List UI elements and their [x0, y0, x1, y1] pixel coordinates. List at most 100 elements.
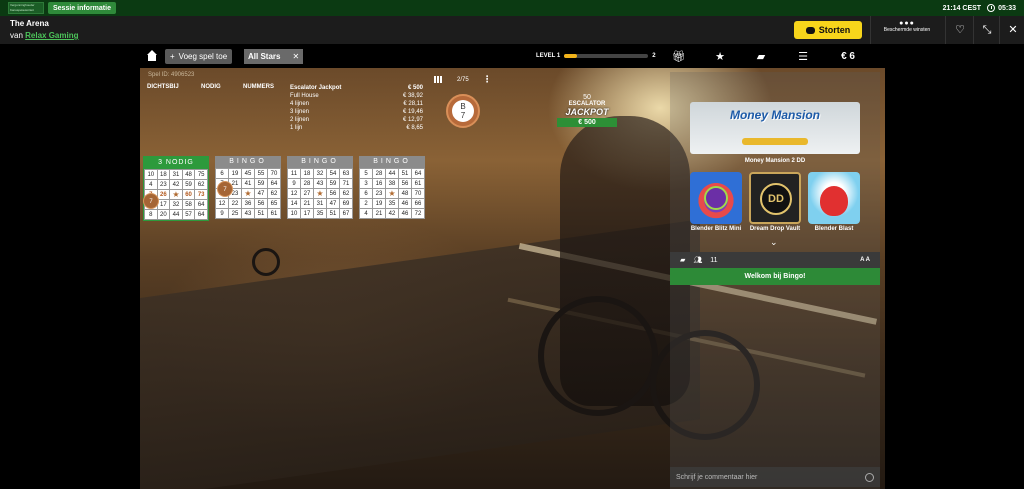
current-time: 21:14 CEST	[942, 4, 982, 12]
session-info-button[interactable]: Sessie informatie	[48, 2, 116, 14]
users-icon[interactable]: 👥︎	[693, 256, 702, 264]
deposit-button[interactable]: Storten	[794, 21, 862, 39]
card-cell: 42	[385, 208, 399, 219]
card-header: BINGO	[215, 156, 281, 168]
promo-game-name[interactable]: Money Mansion 2 DD	[690, 158, 860, 164]
close-icon[interactable]: ✕	[1006, 23, 1020, 37]
card-cell: 60	[181, 189, 196, 200]
card-cell: 47	[326, 198, 340, 209]
card-cell: 56	[254, 198, 268, 209]
card-cell: 71	[339, 178, 353, 189]
ball-counter: 2/75	[457, 76, 469, 83]
game-name[interactable]: Blender Blast	[804, 226, 864, 232]
level-label: LEVEL 1	[536, 53, 561, 59]
grid-icon[interactable]	[434, 76, 443, 83]
card-header: BINGO	[287, 156, 353, 168]
more-icon[interactable]: ⋮	[483, 74, 492, 85]
ksa-logo: Vergunninghouder Kansspelautoriteit	[8, 2, 44, 14]
card-cell: 21	[372, 208, 386, 219]
menu-icon[interactable]: ☰	[796, 50, 810, 64]
card-cell: 35	[313, 208, 327, 219]
card-cell: 61	[411, 178, 425, 189]
card-cell: 9	[287, 178, 301, 189]
level-bar-fill	[564, 54, 577, 58]
room-filter-label: All Stars	[248, 52, 281, 61]
card-cell: 36	[241, 198, 255, 209]
promo-title: Money Mansion	[729, 108, 820, 122]
bingo-card[interactable]: BINGO 5 28 44 51 64 3 16 38 56 61 6 23 ★ 48 70 2 19 35 46 66…	[359, 156, 425, 219]
bike-wheel	[538, 296, 658, 416]
home-icon[interactable]	[146, 50, 158, 62]
close-icon[interactable]: ✕	[292, 52, 299, 61]
card-cell: 70	[411, 188, 425, 199]
card-cell: 44	[169, 209, 183, 220]
prize-row: 3 lijnen € 19,46	[290, 108, 423, 116]
card-cell: 64	[267, 178, 281, 189]
divider	[870, 16, 871, 44]
chat-icon[interactable]: ▰	[680, 256, 685, 264]
card-cell: 12	[215, 198, 229, 209]
prize-label: 4 lijnen	[290, 101, 310, 107]
card-cell: 55	[254, 168, 268, 179]
card-cell: 25	[228, 208, 242, 219]
prize-row: Escalator Jackpot € 500	[290, 84, 423, 92]
card-cell: 19	[228, 168, 242, 179]
free-star-icon: ★	[313, 188, 327, 199]
deposit-label: Storten	[818, 25, 851, 35]
free-star-icon: ★	[385, 188, 399, 199]
chat-toolbar: ▰ 👥︎ 11 A A	[670, 252, 880, 268]
protected-winnings-toggle[interactable]: ●●● Beschermde winsten	[874, 20, 940, 33]
minimize-icon[interactable]: ⤡	[980, 23, 994, 37]
provider-prefix: van	[10, 31, 23, 40]
emoji-icon[interactable]	[865, 472, 874, 482]
provider-link[interactable]: Relax Gaming	[25, 31, 78, 40]
add-game-button[interactable]: + Voeg spel toe	[165, 49, 233, 64]
card-cell: 62	[267, 188, 281, 199]
card-cell: 57	[181, 209, 196, 220]
ball-number: 7	[460, 111, 466, 120]
bingo-card[interactable]: 3 NODIG1018314875423425962726★6073111732…	[143, 156, 209, 221]
gift-icon[interactable]: 🎁︎	[672, 50, 686, 64]
chat-bubble-icon[interactable]: ▰	[754, 50, 768, 64]
card-cell: 48	[398, 188, 412, 199]
card-cell: 73	[194, 189, 208, 200]
card-cell: 28	[372, 168, 386, 179]
card-cell: 11	[287, 168, 301, 179]
card-cell: 51	[326, 208, 340, 219]
game-header: The Arena van Relax Gaming Storten ●●● B…	[0, 16, 1024, 44]
card-cell: 61	[267, 208, 281, 219]
game-thumb-dream-drop[interactable]: DD	[749, 172, 801, 224]
card-cell: 59	[326, 178, 340, 189]
level-progress: LEVEL 1 2	[536, 53, 656, 59]
grapes-icon	[704, 186, 728, 210]
chat-comment-input[interactable]: Schrijf je commentaar hier	[670, 467, 880, 487]
card-cell: 59	[181, 179, 196, 190]
card-cell: 3	[359, 178, 373, 189]
free-star-icon: ★	[169, 189, 183, 200]
ball-counter-bar: 2/75 ⋮	[434, 74, 492, 85]
heart-icon[interactable]: ♡	[953, 23, 967, 37]
font-size-toggle[interactable]: A A	[860, 257, 870, 263]
bingo-card[interactable]: BINGO 11 18 32 54 63 9 28 43 59 71 12 27 ★ 56 62 14 21 31 4…	[287, 156, 353, 219]
card-cell: 21	[300, 198, 314, 209]
card-cell: 38	[385, 178, 399, 189]
game-thumb-blender-blast[interactable]	[808, 172, 860, 224]
free-star-icon: ★	[241, 188, 255, 199]
card-cell: 31	[169, 169, 183, 180]
card-cell: 64	[194, 199, 208, 210]
card-cell: 44	[385, 168, 399, 179]
game-name[interactable]: Blender Blitz Mini	[686, 226, 746, 232]
game-thumb-blender-blitz[interactable]	[690, 172, 742, 224]
game-name[interactable]: Dream Drop Vault	[745, 226, 805, 232]
card-cell: 23	[372, 188, 386, 199]
bike-wheel	[252, 248, 280, 276]
star-icon[interactable]: ★	[713, 50, 727, 64]
room-filter-chip[interactable]: All Stars ✕	[244, 49, 304, 64]
promo-banner[interactable]: Money Mansion	[690, 102, 860, 154]
col-needed: NODIG	[201, 84, 221, 90]
card-cell: 12	[287, 188, 301, 199]
card-cell: 56	[398, 178, 412, 189]
top-bar: Vergunninghouder Kansspelautoriteit Sess…	[0, 0, 1024, 16]
chevron-down-icon[interactable]: ⌄	[770, 237, 778, 248]
coins-icon	[805, 26, 815, 34]
